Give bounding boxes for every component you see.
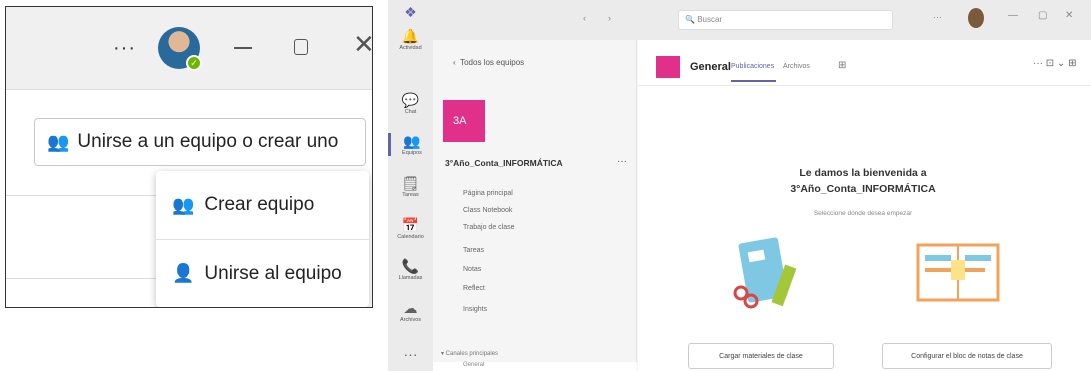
divider [6,195,156,196]
person-add-icon: 👤 [172,263,195,283]
team-tile: 3A [443,100,485,142]
rail-item-files[interactable]: ☁ Archivos [388,300,433,323]
rail-item-tasks[interactable]: 🗒 Tareas [388,175,433,198]
restore-icon[interactable] [294,39,308,55]
rail-label: Calendario [397,234,424,240]
rail-item-more[interactable]: ··· [388,346,433,362]
channel-item-general[interactable]: General [433,362,637,371]
channel-title: General [690,61,731,73]
calendar-icon: 📅 [401,217,420,233]
rail-item-teams[interactable]: 👥 Equipos [388,133,433,156]
upload-materials-button[interactable]: Cargar materiales de clase [688,343,834,369]
teams-icon: 👥 [403,133,421,149]
active-tab-indicator [731,80,776,82]
rail-label: Llamadas [398,275,423,281]
class-materials-illustration-icon [733,237,797,309]
create-team-label: Crear equipo [204,194,315,215]
nav-item-home[interactable]: Página principal [463,190,513,197]
rail-label: Actividad [399,45,422,51]
tab-files[interactable]: Archivos [783,63,810,70]
back-arrow-icon[interactable]: ‹ [583,13,586,23]
rail-item-calendar[interactable]: 📅 Calendario [388,217,433,240]
teams-window: ❖ 🔔 Actividad 💬 Chat 👥 Equipos 🗒 Tareas 📅 Cal… [388,0,1091,371]
channel-header: General Publicaciones Archivos ⊞ ··· ⊡ ⌄… [638,40,1091,86]
top-bar: ‹ › 🔍 Buscar ··· — ▢ ✕ [433,0,1091,40]
team-navigation: ‹ Todos los equipos 3A 3°Año_Conta_INFOR… [433,40,637,371]
channel-content: General Publicaciones Archivos ⊞ ··· ⊡ ⌄… [638,40,1091,371]
cloud-icon: ☁ [403,300,418,316]
more-options-icon[interactable]: ··· [933,12,942,22]
rail-item-calls[interactable]: 📞 Llamadas [388,258,433,281]
menu-item-join-team[interactable]: 👤 Unirse al equipo [156,239,369,307]
menu-item-create-team[interactable]: 👥 Crear equipo [156,171,369,239]
rail-label: Chat [404,109,417,115]
back-to-all-teams-link[interactable]: ‹ Todos los equipos [453,58,524,67]
rail-label: Archivos [399,317,422,323]
restore-icon[interactable]: ▢ [1038,10,1047,21]
phone-icon: 📞 [401,258,420,274]
close-icon[interactable]: ✕ [353,29,372,60]
nav-item-grades[interactable]: Notas [463,266,481,273]
bell-icon: 🔔 [401,28,420,44]
join-create-menu: 👥 Crear equipo 👤 Unirse al equipo [156,171,369,307]
nav-item-reflect[interactable]: Reflect [463,285,485,292]
chat-icon: 💬 [401,92,420,108]
channels-header[interactable]: ▾ Canales principales [441,350,498,357]
more-options-icon[interactable]: ··· [113,37,136,60]
minimize-icon[interactable] [234,47,252,49]
status-available-icon: ✓ [186,55,202,71]
nav-item-classwork[interactable]: Trabajo de clase [463,224,515,231]
nav-item-tasks[interactable]: Tareas [463,247,484,254]
minimize-icon[interactable]: — [1008,10,1018,21]
join-button-label: Unirse a un equipo o crear uno [77,131,339,152]
close-icon[interactable]: ✕ [1065,10,1073,21]
rail-label: Equipos [402,150,422,156]
add-tab-icon[interactable]: ⊞ [838,60,846,71]
teams-join-panel: ··· ✓ ✕ 👥 Unirse a un equipo o crear uno… [5,6,373,308]
back-label: Todos los equipos [460,58,525,67]
nav-item-insights[interactable]: Insights [463,306,487,313]
join-or-create-team-button[interactable]: 👥 Unirse a un equipo o crear uno [34,118,366,166]
welcome-line2: 3°Año_Conta_INFORMÁTICA [790,183,936,195]
setup-notebook-button[interactable]: Configurar el bloc de notas de clase [882,343,1052,369]
more-icon: ··· [403,346,418,362]
app-rail: ❖ 🔔 Actividad 💬 Chat 👥 Equipos 🗒 Tareas 📅 Cal… [388,0,433,371]
tasks-icon: 🗒 [401,175,420,191]
people-add-icon: 👥 [47,131,70,152]
rail-label: Tareas [402,192,419,198]
join-team-label: Unirse al equipo [204,262,342,284]
divider [6,278,156,279]
search-placeholder: Buscar [697,15,723,24]
forward-arrow-icon[interactable]: › [608,13,611,23]
welcome-line1: Le damos la bienvenida a [799,167,927,179]
team-more-icon[interactable]: ··· [617,156,627,167]
rail-item-activity[interactable]: 🔔 Actividad [388,28,433,51]
people-add-icon: 👥 [172,194,195,215]
notebook-illustration-icon [916,243,1000,302]
channel-actions[interactable]: ··· ⊡ ⌄ ⊞ [1033,58,1076,69]
channel-avatar [656,56,680,78]
nav-item-class-notebook[interactable]: Class Notebook [463,207,512,214]
avatar[interactable]: ✓ [158,27,202,71]
title-bar: ··· ✓ ✕ [6,7,372,90]
rail-item-chat[interactable]: 💬 Chat [388,92,433,115]
search-input[interactable]: 🔍 Buscar [678,10,893,30]
avatar[interactable] [968,8,984,28]
welcome-heading: Le damos la bienvenida a 3°Año_Conta_INF… [728,165,998,197]
team-name: 3°Año_Conta_INFORMÁTICA [445,158,563,168]
welcome-subtitle: Seleccione dónde desea empezar [813,210,913,217]
teams-logo-icon: ❖ [404,4,417,20]
tab-posts[interactable]: Publicaciones [731,63,774,70]
